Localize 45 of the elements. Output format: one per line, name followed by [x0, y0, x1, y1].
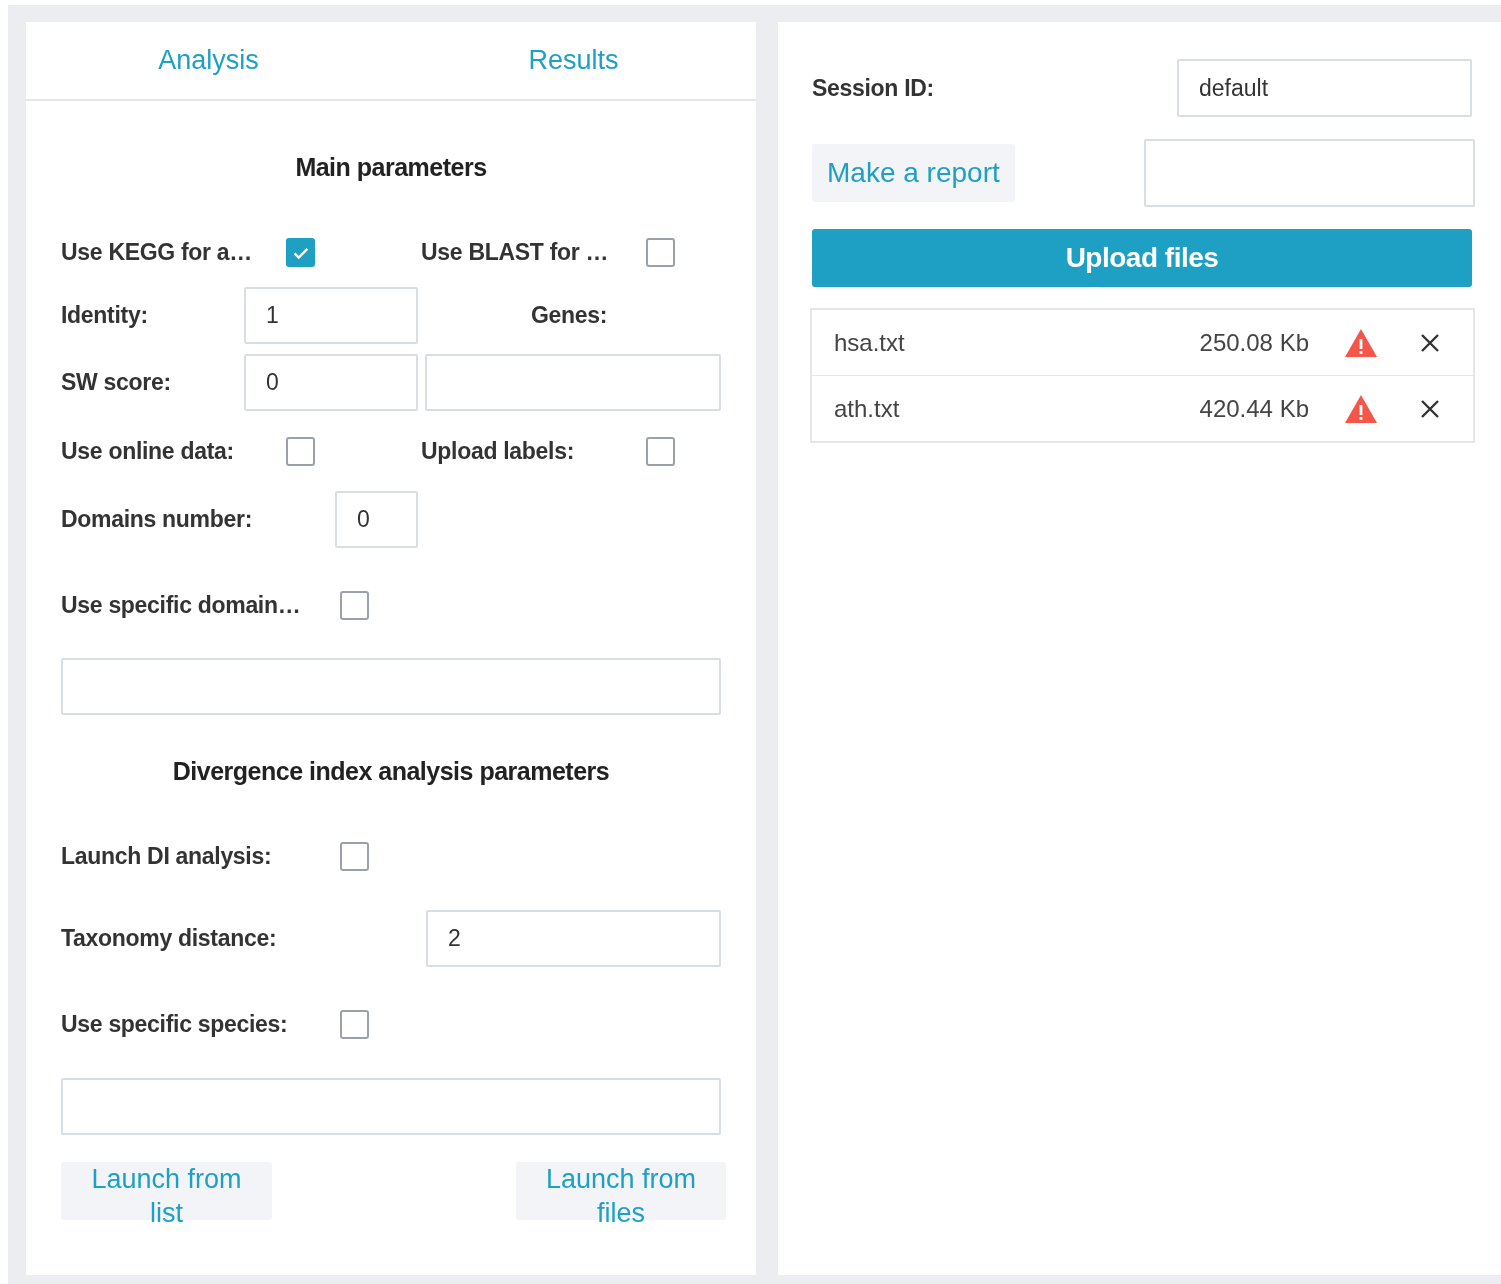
input-field[interactable]: 0 [335, 491, 418, 548]
input-field[interactable]: 0 [244, 354, 418, 411]
field-label: Use KEGG for a… [61, 239, 254, 266]
input-field[interactable] [61, 1078, 721, 1135]
file-name: hsa.txt [834, 328, 906, 357]
field-label: Identity: [61, 302, 149, 329]
field-label: Taxonomy distance: [61, 925, 278, 952]
file-size: 250.08 Kb [1198, 328, 1309, 357]
input-field[interactable] [1144, 139, 1475, 207]
close-icon[interactable] [1420, 398, 1440, 419]
field-label: Domains number: [61, 506, 254, 533]
checkbox[interactable] [340, 842, 369, 871]
input-field[interactable] [425, 354, 721, 411]
checkbox[interactable] [286, 238, 315, 267]
field-label: Use online data: [61, 438, 235, 465]
field-label: Upload labels: [421, 438, 575, 465]
launch-button[interactable]: Launch from list [61, 1162, 272, 1220]
input-field[interactable]: default [1177, 59, 1472, 117]
report-button[interactable]: Make a report [812, 144, 1015, 202]
checkbox[interactable] [340, 1010, 369, 1039]
field-label: Use BLAST for … [421, 239, 610, 266]
field-label: Genes: [529, 302, 609, 329]
field-label: SW score: [61, 369, 172, 396]
section-title: Main parameters [294, 153, 488, 183]
tab[interactable]: Analysis [26, 22, 391, 99]
field-label: Session ID: [812, 74, 934, 102]
field-label: Launch DI analysis: [61, 843, 273, 870]
warning-icon [1344, 327, 1378, 358]
input-field[interactable]: 2 [426, 910, 721, 967]
checkbox[interactable] [286, 437, 315, 466]
checkbox[interactable] [646, 437, 675, 466]
field-label: Use specific domain… [61, 592, 302, 619]
launch-button[interactable]: Launch from files [516, 1162, 726, 1220]
checkbox[interactable] [646, 238, 675, 267]
warning-icon [1344, 393, 1378, 424]
file-name: ath.txt [834, 394, 901, 423]
checkbox[interactable] [340, 591, 369, 620]
close-icon[interactable] [1420, 332, 1440, 353]
section-title: Divergence index analysis parameters [171, 757, 611, 787]
upload-button[interactable]: Upload files [812, 229, 1472, 287]
file-size: 420.44 Kb [1198, 394, 1309, 423]
field-label: Use specific species: [61, 1011, 289, 1038]
tab[interactable]: Results [391, 22, 756, 99]
input-field[interactable] [61, 658, 721, 715]
input-field[interactable]: 1 [244, 287, 418, 344]
